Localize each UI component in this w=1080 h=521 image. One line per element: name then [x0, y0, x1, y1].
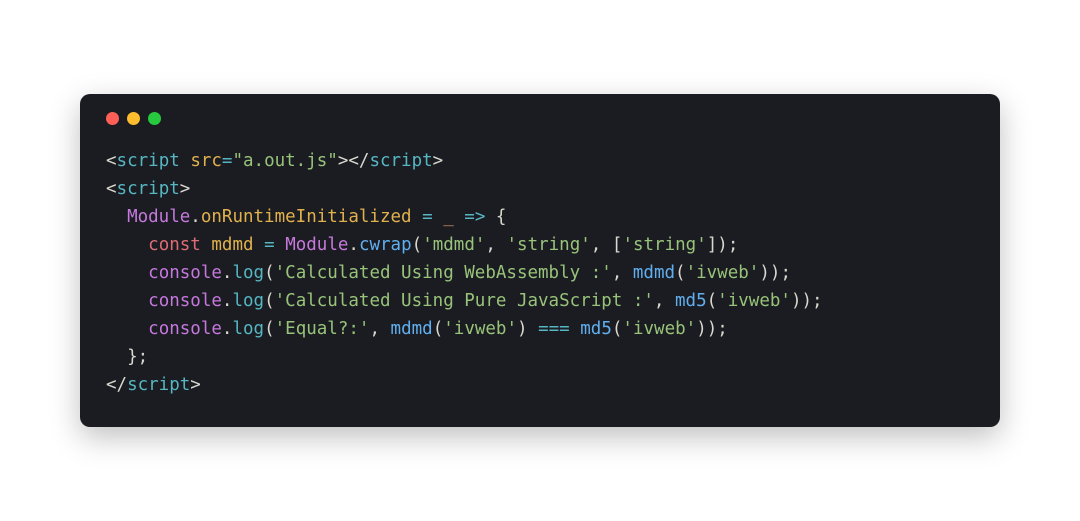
- code-line: <script src="a.out.js"></script>: [106, 151, 443, 171]
- code-line: console.log('Calculated Using WebAssembl…: [106, 263, 791, 283]
- minimize-icon[interactable]: [127, 112, 140, 125]
- code-line: const mdmd = Module.cwrap('mdmd', 'strin…: [106, 235, 738, 255]
- code-line: };: [106, 347, 148, 367]
- code-line: console.log('Equal?:', mdmd('ivweb') ===…: [106, 319, 728, 339]
- code-line: <script>: [106, 179, 190, 199]
- code-line: </script>: [106, 375, 201, 395]
- close-icon[interactable]: [106, 112, 119, 125]
- window-controls: [106, 112, 974, 125]
- zoom-icon[interactable]: [148, 112, 161, 125]
- code-line: console.log('Calculated Using Pure JavaS…: [106, 291, 823, 311]
- code-window: <script src="a.out.js"></script> <script…: [80, 94, 1000, 427]
- code-line: Module.onRuntimeInitialized = _ => {: [106, 207, 506, 227]
- code-block: <script src="a.out.js"></script> <script…: [106, 147, 974, 399]
